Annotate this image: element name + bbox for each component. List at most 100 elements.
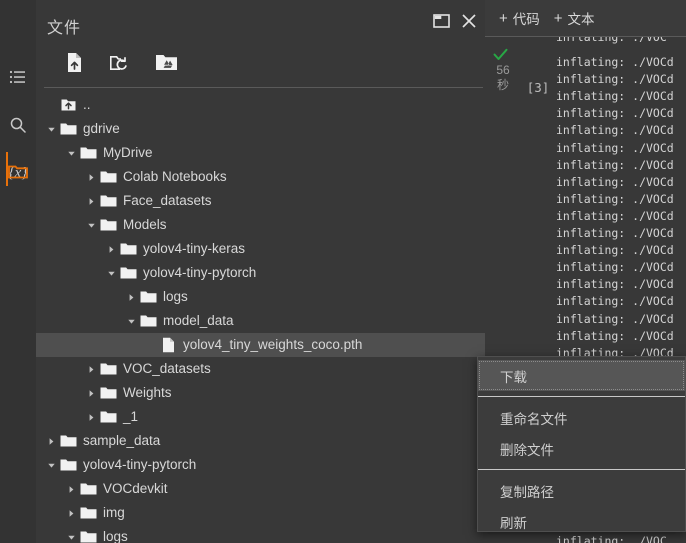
upload-file-button[interactable] <box>58 50 90 80</box>
file-tree-row[interactable]: Models <box>36 213 485 237</box>
file-tree-item-label: Models <box>123 216 167 232</box>
open-in-new-window-button[interactable] <box>429 11 453 35</box>
file-tree-row[interactable]: logs <box>36 525 485 543</box>
file-tree-row-selected[interactable]: yolov4_tiny_weights_coco.pth <box>36 333 485 357</box>
chevron-down-icon[interactable] <box>44 453 58 477</box>
rail-item-search[interactable] <box>0 106 36 144</box>
folder-icon <box>78 477 98 501</box>
chevron-right-icon[interactable] <box>84 381 98 405</box>
chevron-down-icon[interactable] <box>64 141 78 165</box>
context-menu-label: 删除文件 <box>500 442 554 458</box>
file-tree-item-label: yolov4_tiny_weights_coco.pth <box>183 336 363 352</box>
file-tree-row[interactable]: gdrive <box>36 117 485 141</box>
output-line: inflating: ./VOCd <box>556 140 674 155</box>
chevron-right-icon[interactable] <box>84 357 98 381</box>
chevron-right-icon[interactable] <box>84 189 98 213</box>
chevron-right-icon[interactable] <box>124 285 138 309</box>
rail-item-table-of-contents[interactable] <box>0 58 36 96</box>
folder-icon <box>118 261 138 285</box>
context-menu-item-delete-file[interactable]: 删除文件 <box>478 433 685 464</box>
notebook-toolbar: + 代码 + 文本 <box>485 0 686 37</box>
add-text-cell-label: 文本 <box>567 12 595 27</box>
file-tree-row[interactable]: model_data <box>36 309 485 333</box>
activity-rail: {x} <box>0 0 36 543</box>
file-tree-item-label: Face_datasets <box>123 192 212 208</box>
file-tree-row[interactable]: sample_data <box>36 429 485 453</box>
cell-elapsed-value: 56 <box>496 63 510 77</box>
mount-drive-button[interactable] <box>150 50 182 80</box>
popout-window-icon <box>432 13 450 33</box>
file-tree-row[interactable]: .. <box>36 93 485 117</box>
file-tree-row[interactable]: MyDrive <box>36 141 485 165</box>
folder-icon <box>58 429 78 453</box>
chevron-down-icon[interactable] <box>64 525 78 543</box>
output-line: inflating: ./VOCd <box>556 191 674 206</box>
file-tree-item-label: logs <box>103 528 128 543</box>
chevron-down-icon[interactable] <box>124 309 138 333</box>
output-line: inflating: ./VOCd <box>556 174 674 189</box>
file-tree-item-label: VOCdevkit <box>103 480 168 496</box>
file-tree-item-label: VOC_datasets <box>123 360 211 376</box>
file-tree-item-label: MyDrive <box>103 144 153 160</box>
file-tree-item-label: sample_data <box>83 432 161 448</box>
file-tree-row[interactable]: yolov4-tiny-pytorch <box>36 261 485 285</box>
file-context-menu: 下载 重命名文件 删除文件 复制路径 刷新 <box>477 356 686 532</box>
chevron-down-icon[interactable] <box>104 261 118 285</box>
file-tree-row[interactable]: yolov4-tiny-pytorch <box>36 453 485 477</box>
file-tree-row[interactable]: _1 <box>36 405 485 429</box>
file-tree-row[interactable]: Weights <box>36 381 485 405</box>
cell-execution-count: [3] <box>526 80 550 95</box>
add-code-cell-button[interactable]: + 代码 <box>499 8 540 28</box>
chevron-right-icon[interactable] <box>64 501 78 525</box>
context-menu-item-copy-path[interactable]: 复制路径 <box>478 475 685 506</box>
folder-icon <box>138 285 158 309</box>
file-tree-row[interactable]: logs <box>36 285 485 309</box>
output-line: inflating: ./VOCd <box>556 55 674 70</box>
folder-icon <box>98 357 118 381</box>
cell-elapsed-time: 56 秒 <box>490 63 516 93</box>
file-tree-row[interactable]: yolov4-tiny-keras <box>36 237 485 261</box>
output-line: inflating: ./VOCd <box>556 157 674 172</box>
chevron-right-icon[interactable] <box>44 429 58 453</box>
context-menu-separator <box>478 396 685 397</box>
context-menu-label: 刷新 <box>500 515 527 531</box>
file-tree-row[interactable]: VOC_datasets <box>36 357 485 381</box>
close-icon <box>461 13 477 34</box>
chevron-down-icon[interactable] <box>84 213 98 237</box>
add-text-cell-button[interactable]: + 文本 <box>554 8 595 28</box>
rail-item-files[interactable] <box>0 152 36 190</box>
file-tree-row[interactable]: VOCdevkit <box>36 477 485 501</box>
file-tree-row[interactable]: img <box>36 501 485 525</box>
refresh-folder-icon <box>109 53 132 78</box>
upload-file-icon <box>65 52 84 78</box>
chevron-right-icon[interactable] <box>84 165 98 189</box>
close-panel-button[interactable] <box>457 11 481 35</box>
folder-icon <box>58 117 78 141</box>
context-menu-separator <box>478 469 685 470</box>
context-menu-item-refresh[interactable]: 刷新 <box>478 506 685 537</box>
file-tree-item-label: yolov4-tiny-keras <box>143 240 246 256</box>
search-icon <box>9 116 27 134</box>
folder-icon <box>98 213 118 237</box>
chevron-right-icon[interactable] <box>84 405 98 429</box>
file-tree-item-label: logs <box>163 288 188 304</box>
output-line: inflating: ./VOC <box>556 37 667 44</box>
refresh-folder-button[interactable] <box>104 50 136 80</box>
context-menu-item-rename-file[interactable]: 重命名文件 <box>478 402 685 433</box>
chevron-right-icon[interactable] <box>64 477 78 501</box>
context-menu-item-download[interactable]: 下载 <box>478 360 685 391</box>
chevron-down-icon[interactable] <box>44 117 58 141</box>
file-tree-item-label: Weights <box>123 384 172 400</box>
file-tree-row[interactable]: Colab Notebooks <box>36 165 485 189</box>
chevron-right-icon[interactable] <box>104 237 118 261</box>
output-line: inflating: ./VOCd <box>556 208 674 223</box>
file-tree-row[interactable]: Face_datasets <box>36 189 485 213</box>
